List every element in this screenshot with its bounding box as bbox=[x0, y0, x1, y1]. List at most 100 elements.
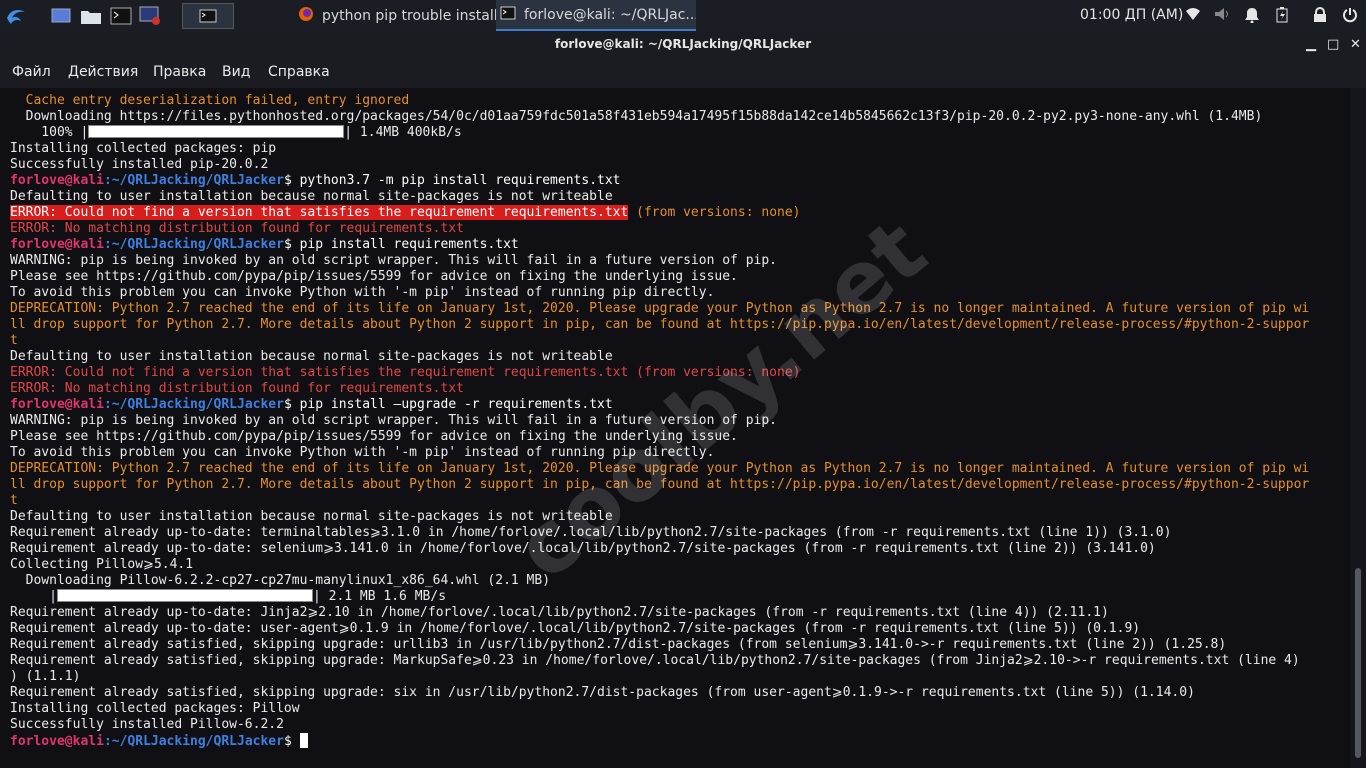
prompt-symbol: $ bbox=[283, 397, 292, 412]
line-text: Downloading https://files.pythonhosted.o… bbox=[10, 109, 1263, 124]
line-text: DEPRECATION: Python 2.7 reached the end … bbox=[10, 301, 1310, 316]
prompt-host: kali bbox=[72, 397, 104, 412]
prompt-symbol: $ bbox=[283, 734, 292, 749]
terminal-line: DEPRECATION: Python 2.7 reached the end … bbox=[10, 301, 1309, 317]
command-text: pip install —upgrade -r requirements.txt bbox=[291, 397, 613, 412]
line-text: Requirement already up-to-date: terminal… bbox=[10, 525, 1172, 540]
line-text: Defaulting to user installation because … bbox=[10, 349, 613, 364]
root-terminal-icon[interactable] bbox=[138, 3, 164, 29]
terminal-line: Defaulting to user installation because … bbox=[10, 509, 1309, 525]
line-text: ERROR: No matching distribution found fo… bbox=[10, 381, 464, 396]
kali-menu-icon[interactable] bbox=[2, 3, 30, 29]
command-text: pip install requirements.txt bbox=[291, 237, 519, 252]
scrollbar-thumb[interactable] bbox=[1355, 568, 1361, 758]
top-panel: python pip trouble install... forlove@ka… bbox=[0, 0, 1366, 33]
prompt-user: forlove bbox=[10, 173, 65, 188]
file-manager-icon[interactable] bbox=[78, 3, 104, 29]
line-text: Requirement already satisfied, skipping … bbox=[10, 637, 1227, 652]
terminal-line: ERROR: Could not find a version that sat… bbox=[10, 205, 1309, 221]
terminal-line: Defaulting to user installation because … bbox=[10, 349, 1309, 365]
progress-suffix: | 2.1 MB 1.6 MB/s bbox=[312, 589, 447, 604]
minimize-button[interactable]: ▁ bbox=[1306, 37, 1316, 52]
menu-file[interactable]: Файл bbox=[12, 64, 51, 80]
command-text bbox=[292, 734, 300, 749]
clock[interactable]: 01:00 ДП (AM) bbox=[1080, 7, 1183, 23]
maximize-button[interactable]: □ bbox=[1327, 37, 1339, 52]
window-title: forlove@kali: ~/QRLJacking/QRLJacker bbox=[554, 37, 812, 51]
progress-suffix: | 1.4MB 400kB/s bbox=[344, 125, 462, 140]
line-text: ERROR: No matching distribution found fo… bbox=[10, 221, 464, 236]
terminal-line: To avoid this problem you can invoke Pyt… bbox=[10, 285, 1309, 301]
line-text: Please see https://github.com/pypa/pip/i… bbox=[10, 269, 738, 284]
menu-actions[interactable]: Действия bbox=[68, 64, 138, 80]
lock-icon[interactable] bbox=[1313, 7, 1327, 27]
workspace-switcher[interactable] bbox=[182, 3, 234, 29]
prompt-at: @ bbox=[64, 734, 73, 749]
line-text: WARNING: pip is being invoked by an old … bbox=[10, 413, 778, 428]
terminal-line: WARNING: pip is being invoked by an old … bbox=[10, 413, 1309, 429]
terminal-line: Cache entry deserialization failed, entr… bbox=[10, 93, 1309, 109]
prompt-host: kali bbox=[72, 734, 104, 749]
terminal-icon bbox=[500, 6, 516, 24]
window-titlebar[interactable]: forlove@kali: ~/QRLJacking/QRLJacker ▁ □… bbox=[0, 32, 1366, 58]
line-text: Requirement already satisfied, skipping … bbox=[10, 685, 1195, 700]
line-text: Requirement already satisfied, skipping … bbox=[10, 653, 1300, 668]
line-text: WARNING: pip is being invoked by an old … bbox=[10, 253, 778, 268]
terminal-line: t bbox=[10, 333, 1309, 349]
line-text: Downloading Pillow-6.2.2-cp27-cp27mu-man… bbox=[10, 573, 551, 588]
volume-icon[interactable] bbox=[1214, 7, 1232, 25]
line-text: t bbox=[10, 493, 18, 508]
prompt-path: :~/QRLJacking/QRLJacker bbox=[103, 397, 284, 412]
progress-bar bbox=[88, 125, 345, 138]
progress-prefix: | bbox=[10, 589, 57, 604]
prompt-path: :~/QRLJacking/QRLJacker bbox=[103, 734, 284, 749]
show-desktop-icon[interactable] bbox=[48, 3, 74, 29]
close-button[interactable]: ✕ bbox=[1350, 37, 1361, 52]
line-text: Cache entry deserialization failed, entr… bbox=[10, 93, 410, 108]
prompt-user: forlove bbox=[10, 397, 65, 412]
task-firefox[interactable]: python pip trouble install... bbox=[290, 0, 496, 31]
terminal-line: Requirement already up-to-date: terminal… bbox=[10, 525, 1309, 541]
line-text: Requirement already up-to-date: user-age… bbox=[10, 621, 1141, 636]
menu-view[interactable]: Вид bbox=[222, 64, 250, 80]
prompt-symbol: $ bbox=[283, 237, 292, 252]
line-text: ) (1.1.1) bbox=[10, 669, 81, 684]
line-text: ERROR: Could not find a version that sat… bbox=[10, 365, 801, 380]
command-text: python3.7 -m pip install requirements.tx… bbox=[291, 173, 621, 188]
terminal-line: Requirement already satisfied, skipping … bbox=[10, 685, 1309, 701]
line-text: To avoid this problem you can invoke Pyt… bbox=[10, 445, 715, 460]
terminal-output[interactable]: Cache entry deserialization failed, entr… bbox=[0, 88, 1350, 768]
line-text: Requirement already up-to-date: selenium… bbox=[10, 541, 1156, 556]
terminal-line: Requirement already satisfied, skipping … bbox=[10, 637, 1309, 653]
terminal-line: ll drop support for Python 2.7. More det… bbox=[10, 317, 1309, 333]
terminal-launcher-icon[interactable] bbox=[108, 3, 134, 29]
wifi-icon[interactable] bbox=[1185, 7, 1201, 25]
line-text: Defaulting to user installation because … bbox=[10, 509, 613, 524]
terminal-scrollbar[interactable] bbox=[1350, 88, 1366, 768]
terminal-line: Requirement already up-to-date: selenium… bbox=[10, 541, 1309, 557]
menu-edit[interactable]: Правка bbox=[153, 64, 206, 80]
line-text: Defaulting to user installation because … bbox=[10, 189, 613, 204]
battery-icon[interactable] bbox=[1276, 7, 1288, 27]
terminal-line: forlove@kali:~/QRLJacking/QRLJacker$ pip… bbox=[10, 397, 1309, 413]
terminal-line: t bbox=[10, 493, 1309, 509]
terminal-line: Requirement already satisfied, skipping … bbox=[10, 653, 1309, 669]
line-text: t bbox=[10, 333, 18, 348]
terminal-line: ll drop support for Python 2.7. More det… bbox=[10, 477, 1309, 493]
prompt-user: forlove bbox=[10, 237, 65, 252]
progress-prefix: 100% | bbox=[10, 125, 89, 140]
prompt-host: kali bbox=[72, 173, 104, 188]
notifications-icon[interactable] bbox=[1245, 7, 1259, 27]
terminal-line: DEPRECATION: Python 2.7 reached the end … bbox=[10, 461, 1309, 477]
line-text: Successfully installed pip-20.0.2 bbox=[10, 157, 269, 172]
line-text: Collecting Pillow⩾5.4.1 bbox=[10, 557, 194, 572]
line-text: DEPRECATION: Python 2.7 reached the end … bbox=[10, 461, 1310, 476]
menu-help[interactable]: Справка bbox=[268, 64, 330, 80]
power-icon[interactable] bbox=[1342, 7, 1358, 27]
prompt-user: forlove bbox=[10, 734, 65, 749]
prompt-symbol: $ bbox=[283, 173, 292, 188]
task-terminal[interactable]: forlove@kali: ~/QRLJac... bbox=[496, 0, 696, 31]
line-text: Installing collected packages: Pillow bbox=[10, 701, 300, 716]
terminal-line: forlove@kali:~/QRLJacking/QRLJacker$ bbox=[10, 733, 1309, 749]
line-text: Please see https://github.com/pypa/pip/i… bbox=[10, 429, 738, 444]
